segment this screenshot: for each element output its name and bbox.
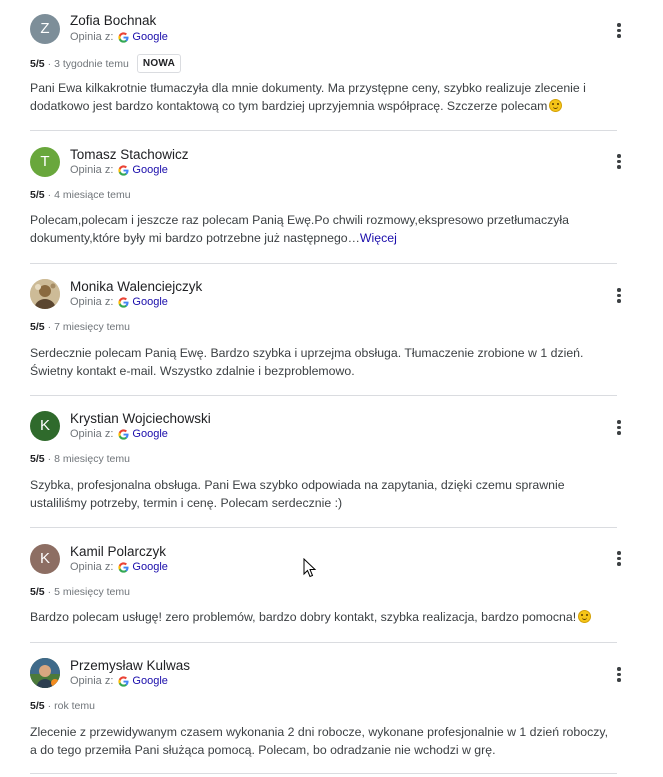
review-meta: 5/5 · rok temu	[30, 700, 95, 712]
reviewer-name[interactable]: Krystian Wojciechowski	[70, 411, 211, 426]
smiling-face-icon	[578, 610, 592, 623]
avatar[interactable]: K	[30, 411, 60, 441]
separator: ·	[47, 700, 52, 712]
google-icon	[118, 31, 129, 43]
separator: ·	[47, 189, 52, 201]
separator: ·	[47, 586, 52, 598]
separator: ·	[47, 453, 52, 465]
review-text: Serdecznie polecam Panią Ewę. Bardzo szy…	[30, 346, 584, 378]
google-icon	[118, 428, 129, 440]
rating-score: 5/5	[30, 189, 45, 201]
more-options-icon[interactable]	[611, 418, 627, 438]
review-time: 7 miesięcy temu	[54, 321, 130, 333]
review-card: K Kamil Polarczyk Opinia z: Google 5/5 ·…	[30, 528, 621, 643]
review-source: Opinia z: Google	[70, 561, 168, 573]
review-text: Pani Ewa kilkakrotnie tłumaczyła dla mni…	[30, 79, 617, 115]
source-prefix: Opinia z:	[70, 31, 114, 43]
review-text: Polecam,polecam i jeszcze raz polecam Pa…	[30, 211, 617, 247]
source-prefix: Opinia z:	[70, 296, 114, 308]
more-options-icon[interactable]	[611, 21, 627, 41]
rating-score: 5/5	[30, 57, 45, 70]
avatar[interactable]	[30, 279, 60, 309]
google-icon	[118, 296, 129, 308]
review-card: Z Zofia Bochnak Opinia z: Google 5/5 · 3…	[30, 0, 621, 131]
source-name[interactable]: Google	[132, 675, 167, 687]
google-icon	[118, 164, 129, 176]
review-source: Opinia z: Google	[70, 164, 168, 176]
review-text-body: Polecam,polecam i jeszcze raz polecam Pa…	[30, 213, 569, 245]
review-text: Bardzo polecam usługę! zero problemów, b…	[30, 608, 617, 626]
source-prefix: Opinia z:	[70, 164, 114, 176]
more-options-icon[interactable]	[611, 286, 627, 306]
source-name[interactable]: Google	[132, 561, 167, 573]
review-source: Opinia z: Google	[70, 428, 168, 440]
reviewer-name[interactable]: Przemysław Kulwas	[70, 658, 190, 673]
reviewer-name[interactable]: Monika Walenciejczyk	[70, 279, 202, 294]
review-meta: 5/5 · 5 miesięcy temu	[30, 586, 130, 598]
review-card: Przemysław Kulwas Opinia z: Google 5/5 ·…	[30, 643, 621, 774]
review-source: Opinia z: Google	[70, 296, 168, 308]
rating-score: 5/5	[30, 700, 45, 712]
source-prefix: Opinia z:	[70, 675, 114, 687]
review-source: Opinia z: Google	[70, 31, 168, 43]
more-options-icon[interactable]	[611, 665, 627, 685]
source-prefix: Opinia z:	[70, 561, 114, 573]
profile-photo-icon	[30, 658, 60, 688]
review-source: Opinia z: Google	[70, 675, 168, 687]
more-options-icon[interactable]	[611, 549, 627, 569]
smiling-face-icon	[549, 99, 563, 112]
avatar[interactable]: K	[30, 544, 60, 574]
review-card: Monika Walenciejczyk Opinia z: Google 5/…	[30, 264, 621, 396]
source-prefix: Opinia z:	[70, 428, 114, 440]
review-meta: 5/5 · 4 miesiące temu	[30, 189, 131, 201]
mouse-cursor-icon	[303, 558, 317, 578]
review-text-body: Bardzo polecam usługę! zero problemów, b…	[30, 610, 577, 624]
more-link[interactable]: Więcej	[360, 231, 397, 245]
review-text: Szybka, profesjonalna obsługa. Pani Ewa …	[30, 478, 565, 510]
more-options-icon[interactable]	[611, 152, 627, 172]
google-icon	[118, 561, 129, 573]
source-name[interactable]: Google	[132, 164, 167, 176]
review-card: T Tomasz Stachowicz Opinia z: Google 5/5…	[30, 131, 621, 264]
avatar[interactable]: Z	[30, 14, 60, 44]
reviewer-name[interactable]: Zofia Bochnak	[70, 13, 156, 28]
reviewer-name[interactable]: Kamil Polarczyk	[70, 544, 166, 559]
review-time: 3 tygodnie temu	[54, 57, 129, 70]
review-time: rok temu	[54, 700, 95, 712]
source-name[interactable]: Google	[132, 428, 167, 440]
review-meta: 5/5 · 8 miesięcy temu	[30, 453, 130, 465]
review-meta: 5/5 · 7 miesięcy temu	[30, 321, 130, 333]
separator: ·	[47, 321, 52, 333]
source-name[interactable]: Google	[132, 31, 167, 43]
review-meta: 5/5 · 3 tygodnie temu NOWA	[30, 54, 182, 73]
rating-score: 5/5	[30, 321, 45, 333]
rating-score: 5/5	[30, 586, 45, 598]
separator: ·	[47, 57, 52, 70]
avatar[interactable]	[30, 658, 60, 688]
avatar[interactable]: T	[30, 147, 60, 177]
reviewer-name[interactable]: Tomasz Stachowicz	[70, 147, 189, 162]
profile-photo-icon	[30, 279, 60, 309]
review-text-body: Pani Ewa kilkakrotnie tłumaczyła dla mni…	[30, 81, 586, 113]
rating-score: 5/5	[30, 453, 45, 465]
source-name[interactable]: Google	[132, 296, 167, 308]
review-text: Zlecenie z przewidywanym czasem wykonani…	[30, 725, 609, 757]
review-card: K Krystian Wojciechowski Opinia z: Googl…	[30, 396, 621, 528]
review-time: 8 miesięcy temu	[54, 453, 130, 465]
review-time: 5 miesięcy temu	[54, 586, 130, 598]
new-badge: NOWA	[136, 54, 182, 73]
review-time: 4 miesiące temu	[54, 189, 131, 201]
google-icon	[118, 675, 129, 687]
